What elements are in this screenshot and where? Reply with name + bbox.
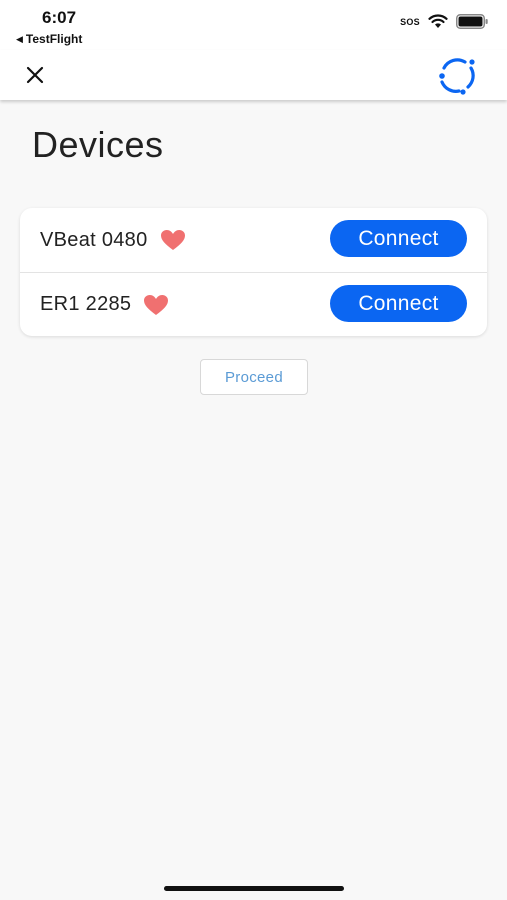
back-app-label: TestFlight <box>25 32 83 46</box>
battery-icon <box>456 14 488 29</box>
wifi-icon <box>428 14 448 28</box>
status-indicators: SOS <box>400 14 489 29</box>
back-to-app-link[interactable]: ◀ TestFlight <box>16 32 82 46</box>
back-triangle-icon: ◀ <box>16 33 23 44</box>
device-name: ER1 2285 <box>40 293 132 315</box>
app-logo-icon <box>439 58 475 95</box>
nav-bar <box>0 50 507 100</box>
proceed-button[interactable]: Proceed <box>200 359 308 395</box>
connect-button[interactable]: Connect <box>330 220 467 257</box>
status-bar: 6:07 ◀ TestFlight SOS <box>0 0 507 50</box>
device-row: ER1 2285 Connect <box>20 272 487 336</box>
heart-icon <box>144 294 169 315</box>
device-row: VBeat 0480 Connect <box>20 208 487 272</box>
status-time: 6:07 <box>42 8 77 27</box>
device-name: VBeat 0480 <box>40 228 148 251</box>
close-button[interactable] <box>22 62 48 88</box>
close-icon <box>26 66 44 84</box>
sos-indicator: SOS <box>400 16 420 27</box>
home-indicator[interactable] <box>164 886 344 891</box>
connect-button[interactable]: Connect <box>330 285 467 322</box>
page-title: Devices <box>32 124 164 165</box>
device-list: VBeat 0480 Connect ER1 2285 Connect <box>20 208 487 336</box>
heart-icon <box>160 230 185 250</box>
